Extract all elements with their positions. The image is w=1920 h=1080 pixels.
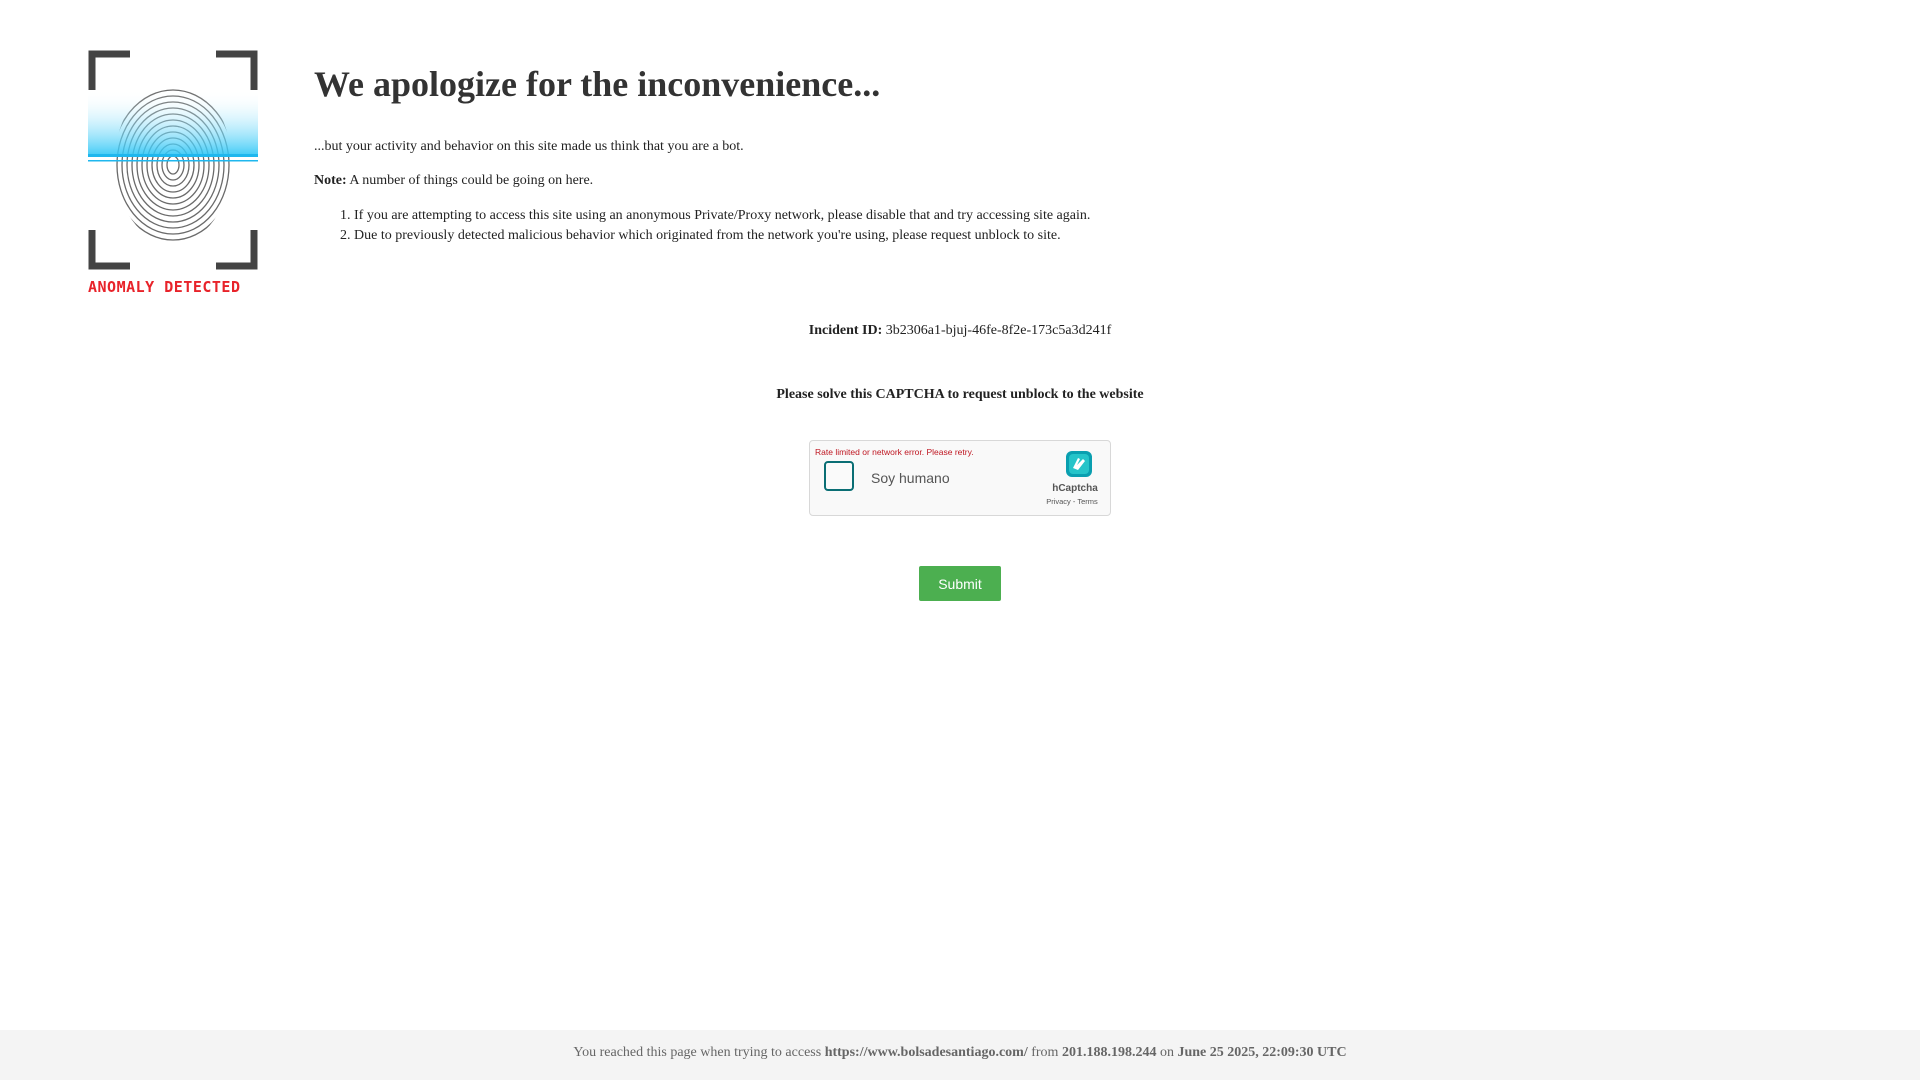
page: ANOMALY DETECTED We apologize for the in… xyxy=(0,0,1920,1080)
fingerprint-scan-icon xyxy=(88,50,258,270)
footer-from: from xyxy=(1027,1045,1062,1060)
incident-label: Incident ID: xyxy=(808,323,883,338)
footer-prefix: You reached this page when trying to acc… xyxy=(573,1045,825,1060)
logo-caption: ANOMALY DETECTED xyxy=(88,278,241,296)
hcaptcha-logo-icon xyxy=(1066,451,1092,477)
note-text: Note: A number of things could be going … xyxy=(314,172,1794,190)
incident-id: Incident ID: 3b2306a1-bjuj-46fe-8f2e-173… xyxy=(0,323,1920,339)
footer-ip: 201.188.198.244 xyxy=(1061,1045,1157,1060)
captcha-links: Privacy - Terms xyxy=(1042,497,1102,506)
incident-value: 3b2306a1-bjuj-46fe-8f2e-173c5a3d241f xyxy=(882,323,1112,338)
submit-button[interactable]: Submit xyxy=(919,566,1001,601)
reasons-list: If you are attempting to access this sit… xyxy=(314,206,1794,246)
note-label: Note: xyxy=(314,173,347,188)
list-item: If you are attempting to access this sit… xyxy=(354,206,1794,226)
anomaly-logo: ANOMALY DETECTED xyxy=(88,50,268,300)
hcaptcha-brand: hCaptcha xyxy=(1052,483,1098,494)
checkbox-label: Soy humano xyxy=(871,470,950,486)
list-item: Due to previously detected malicious beh… xyxy=(354,226,1794,246)
privacy-link[interactable]: Privacy xyxy=(1046,497,1071,506)
note-body: A number of things could be going on her… xyxy=(346,173,594,188)
intro-text: ...but your activity and behavior on thi… xyxy=(314,139,744,154)
footer: You reached this page when trying to acc… xyxy=(0,1030,1920,1080)
terms-link[interactable]: Terms xyxy=(1077,497,1097,506)
captcha-heading: Please solve this CAPTCHA to request unb… xyxy=(776,387,1144,402)
human-checkbox[interactable] xyxy=(824,461,854,491)
hcaptcha-widget[interactable]: Rate limited or network error. Please re… xyxy=(809,440,1111,516)
footer-url: https://www.bolsadesantiago.com/ xyxy=(824,1045,1028,1060)
footer-on: on xyxy=(1156,1045,1178,1060)
footer-datetime: June 25 2025, 22:09:30 UTC xyxy=(1177,1045,1347,1060)
page-title: We apologize for the inconvenience... xyxy=(314,64,881,104)
captcha-error-text: Rate limited or network error. Please re… xyxy=(815,447,974,457)
main-content: We apologize for the inconvenience... ..… xyxy=(314,60,1794,246)
